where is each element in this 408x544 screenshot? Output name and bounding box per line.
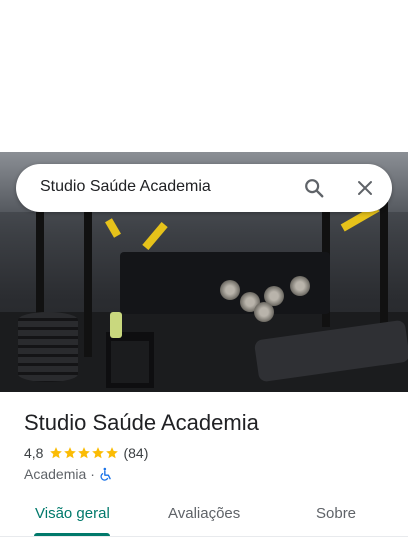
star-icon [50, 447, 63, 459]
search-query[interactable]: Studio Saúde Academia [40, 178, 211, 196]
photo-stool [106, 332, 154, 388]
search-bar[interactable]: Studio Saúde Academia [16, 164, 392, 212]
wheelchair-icon [100, 467, 111, 481]
tab-about[interactable]: Sobre [305, 496, 375, 536]
search-button[interactable] [302, 176, 326, 200]
tab-about-label: Sobre [316, 505, 357, 522]
tab-overview-label: Visão geral [35, 505, 110, 522]
tab-bar: Visão geral Avaliações Sobre [0, 496, 408, 536]
photo-yellow-bar [142, 221, 168, 251]
tab-reviews[interactable]: Avaliações [160, 496, 250, 536]
close-icon [358, 181, 372, 195]
rating-stars [49, 446, 119, 460]
photo-spray-bottle [110, 312, 122, 338]
tabs-divider [0, 536, 408, 537]
star-icon [106, 447, 119, 459]
rating-row[interactable]: 4,8 (84) [24, 444, 148, 462]
photo-yellow-bar [105, 218, 121, 238]
photo-pole [380, 202, 388, 332]
review-count[interactable]: (84) [123, 445, 148, 461]
star-icon [64, 447, 77, 459]
star-icon [92, 447, 105, 459]
photo-dumbbell [290, 276, 310, 296]
tab-overview[interactable]: Visão geral [24, 496, 120, 536]
place-title: Studio Saúde Academia [24, 410, 259, 435]
separator: · [90, 466, 95, 482]
photo-dumbbell [254, 302, 274, 322]
rating-value: 4,8 [24, 445, 44, 461]
star-icon [78, 447, 91, 459]
place-category: Academia [24, 466, 87, 482]
search-icon [305, 179, 324, 198]
category-row: Academia · [24, 465, 113, 483]
photo-dumbbell [220, 280, 240, 300]
photo-weight-plates [18, 312, 78, 382]
tab-reviews-label: Avaliações [168, 505, 241, 522]
close-button[interactable] [353, 176, 377, 200]
photo-pole [84, 207, 92, 357]
